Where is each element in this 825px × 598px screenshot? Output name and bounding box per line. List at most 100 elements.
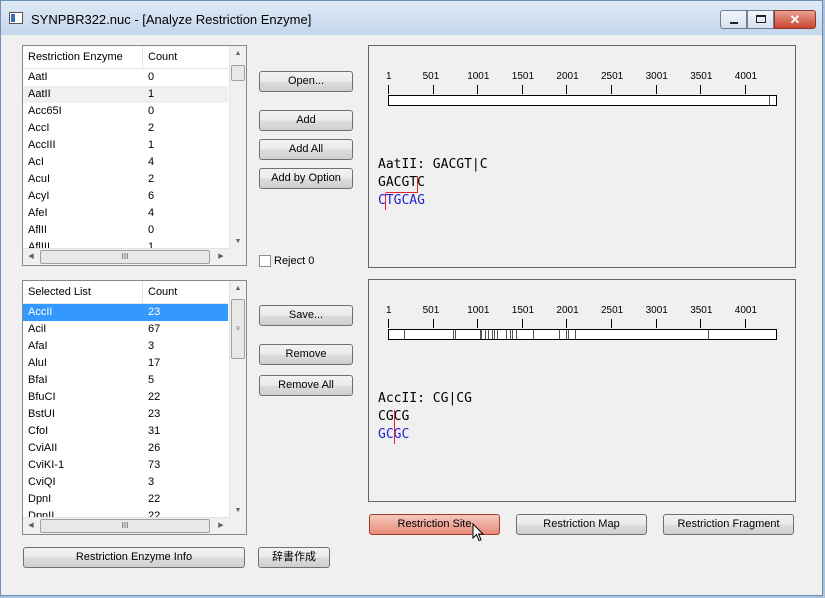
enzyme-count: 26 bbox=[148, 442, 161, 454]
sequence-bar-top bbox=[388, 95, 777, 106]
enzyme-hscrollbar[interactable]: ◀ III ▶ bbox=[23, 248, 229, 265]
list-item[interactable]: AatI 0 bbox=[23, 69, 228, 86]
ruler-tick bbox=[744, 85, 746, 94]
list-item[interactable]: Acc65I 0 bbox=[23, 103, 228, 120]
remove-button[interactable]: Remove bbox=[259, 344, 353, 365]
site-marker bbox=[506, 330, 508, 339]
ruler-tick bbox=[388, 319, 389, 328]
list-item[interactable]: BfaI 5 bbox=[23, 372, 228, 389]
ruler-label: 501 bbox=[422, 305, 440, 316]
enzyme-name: AcuI bbox=[28, 173, 51, 185]
enzyme-hscroll-thumb[interactable]: III bbox=[40, 250, 210, 264]
restriction-enzyme-info-button[interactable]: Restriction Enzyme Info bbox=[23, 547, 245, 568]
list-item[interactable]: BfuCI 22 bbox=[23, 389, 228, 406]
site-marker bbox=[515, 330, 517, 339]
ruler-label: 2501 bbox=[600, 305, 624, 316]
scroll-left-icon[interactable]: ◀ bbox=[23, 518, 39, 534]
list-item[interactable]: AcuI 2 bbox=[23, 171, 228, 188]
add-all-button[interactable]: Add All bbox=[259, 139, 353, 160]
ruler-label: 1 bbox=[386, 71, 392, 82]
mouse-cursor-icon bbox=[472, 523, 485, 542]
ruler-label: 3001 bbox=[645, 305, 668, 316]
list-item[interactable]: DpnI 22 bbox=[23, 491, 228, 508]
close-button[interactable]: ✕ bbox=[774, 10, 816, 29]
enzyme-vscroll-thumb[interactable] bbox=[231, 65, 245, 81]
list-item[interactable]: AccII 23 bbox=[23, 304, 228, 321]
ruler-tick bbox=[700, 85, 702, 94]
maximize-button[interactable] bbox=[747, 10, 774, 29]
enzyme-listbox[interactable]: Restriction Enzyme Count AatI 0 AatII 1 Acc6… bbox=[22, 45, 247, 266]
list-item[interactable]: BstUI 23 bbox=[23, 406, 228, 423]
ruler-label: 4001 bbox=[734, 71, 758, 82]
list-item[interactable]: AluI 17 bbox=[23, 355, 228, 372]
save-button[interactable]: Save... bbox=[259, 305, 353, 326]
scroll-right-icon[interactable]: ▶ bbox=[213, 249, 229, 265]
selected-rows: AccII 23 AciI 67 AfaI 3 AluI 17 BfaI 5 BfuCI 22 BstU… bbox=[23, 304, 228, 525]
enzyme-name: AccII bbox=[28, 306, 53, 318]
list-item[interactable]: AatII 1 bbox=[23, 86, 228, 103]
cut-mark bbox=[394, 410, 395, 444]
minimize-icon bbox=[730, 22, 738, 24]
list-item[interactable]: AccIII 1 bbox=[23, 137, 228, 154]
enzyme-count: 17 bbox=[148, 357, 161, 369]
cut-mark-bottom bbox=[385, 193, 386, 210]
enzyme-name: CviQI bbox=[28, 476, 56, 488]
enzyme-count: 2 bbox=[148, 122, 155, 134]
dictionary-button[interactable]: 辞書作成 bbox=[258, 547, 330, 568]
enzyme-count: 67 bbox=[148, 323, 161, 335]
enzyme-name: AcyI bbox=[28, 190, 50, 202]
list-item[interactable]: CviKI-1 73 bbox=[23, 457, 228, 474]
add-by-option-button[interactable]: Add by Option bbox=[259, 168, 353, 189]
ruler-tick bbox=[477, 85, 479, 94]
count-column-header[interactable]: Count bbox=[144, 46, 228, 68]
site-marker bbox=[493, 330, 495, 339]
list-item[interactable]: CviAII 26 bbox=[23, 440, 228, 457]
scroll-up-icon[interactable]: ▲ bbox=[230, 281, 246, 297]
selected-hscrollbar[interactable]: ◀ III ▶ bbox=[23, 517, 229, 534]
site-marker bbox=[512, 330, 514, 339]
scroll-corner bbox=[229, 248, 246, 265]
sequence-bar-bottom bbox=[388, 329, 777, 340]
site-marker bbox=[509, 330, 511, 339]
window-title: SYNPBR322.nuc - [Analyze Restriction Enz… bbox=[31, 12, 312, 27]
scroll-right-icon[interactable]: ▶ bbox=[213, 518, 229, 534]
enzyme-column-header[interactable]: Restriction Enzyme bbox=[23, 46, 143, 68]
ruler-tick bbox=[610, 85, 612, 94]
enzyme-vscrollbar[interactable]: ▲ ▼ bbox=[229, 46, 246, 250]
selected-hscroll-thumb[interactable]: III bbox=[40, 519, 210, 533]
selected-column-header[interactable]: Selected List bbox=[23, 281, 143, 303]
enzyme-name: Acc65I bbox=[28, 105, 62, 117]
selected-listbox[interactable]: Selected List Count AccII 23 AciI 67 AfaI 3 Al… bbox=[22, 280, 247, 535]
selected-count-column-header[interactable]: Count bbox=[144, 281, 228, 303]
list-item[interactable]: AflII 0 bbox=[23, 222, 228, 239]
title-bar[interactable]: SYNPBR322.nuc - [Analyze Restriction Enz… bbox=[1, 1, 822, 35]
list-item[interactable]: CfoI 31 bbox=[23, 423, 228, 440]
enzyme-name: AfaI bbox=[28, 340, 48, 352]
list-item[interactable]: CviQI 3 bbox=[23, 474, 228, 491]
cut-mark-top bbox=[417, 176, 418, 193]
restriction-map-button[interactable]: Restriction Map bbox=[516, 514, 647, 535]
ruler-tick bbox=[521, 85, 523, 94]
reject-zero-box[interactable] bbox=[259, 255, 271, 267]
list-item[interactable]: AfeI 4 bbox=[23, 205, 228, 222]
selected-vscroll-thumb[interactable]: ≡ bbox=[231, 299, 245, 359]
list-item[interactable]: AccI 2 bbox=[23, 120, 228, 137]
ruler-label: 1 bbox=[386, 305, 392, 316]
list-item[interactable]: AciI 67 bbox=[23, 321, 228, 338]
ruler-tick bbox=[655, 319, 657, 328]
remove-all-button[interactable]: Remove All bbox=[259, 375, 353, 396]
minimize-button[interactable] bbox=[720, 10, 747, 29]
open-button[interactable]: Open... bbox=[259, 71, 353, 92]
list-item[interactable]: AfaI 3 bbox=[23, 338, 228, 355]
enzyme-name: AcI bbox=[28, 156, 44, 168]
ruler-label: 3001 bbox=[645, 71, 668, 82]
selected-list-header: Selected List Count bbox=[23, 281, 228, 304]
add-button[interactable]: Add bbox=[259, 110, 353, 131]
selected-vscrollbar[interactable]: ▲ ≡ ▼ bbox=[229, 281, 246, 519]
list-item[interactable]: AcI 4 bbox=[23, 154, 228, 171]
scroll-left-icon[interactable]: ◀ bbox=[23, 249, 39, 265]
scroll-up-icon[interactable]: ▲ bbox=[230, 46, 246, 62]
restriction-fragment-button[interactable]: Restriction Fragment bbox=[663, 514, 794, 535]
list-item[interactable]: AcyI 6 bbox=[23, 188, 228, 205]
ruler-tick bbox=[432, 319, 434, 328]
